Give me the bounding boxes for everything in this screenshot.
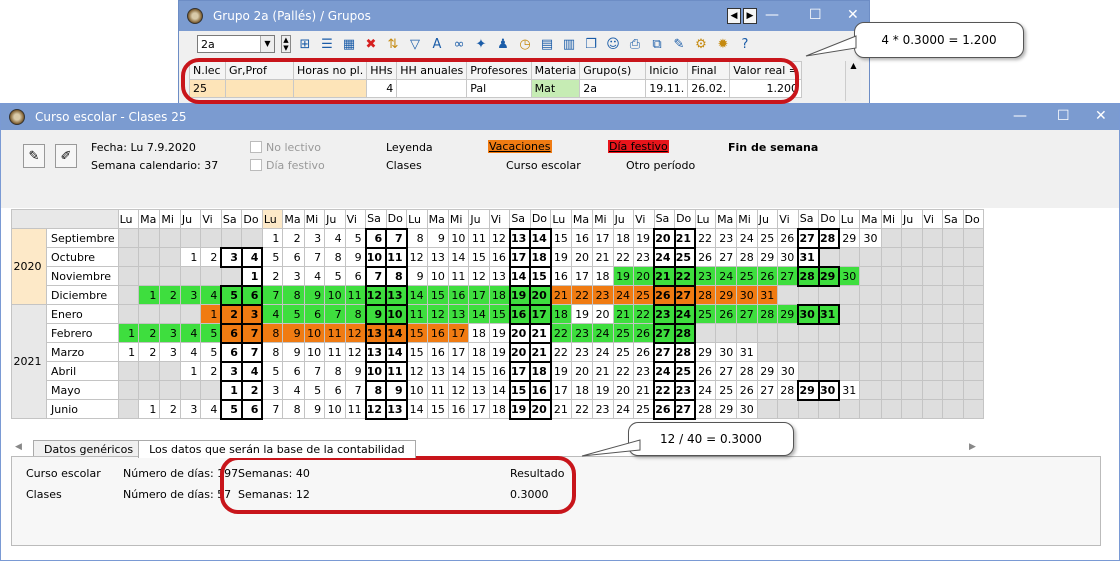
- tab-datos-contabilidad[interactable]: Los datos que serán la base de la contab…: [138, 440, 416, 458]
- callout-pointers: [581, 35, 857, 457]
